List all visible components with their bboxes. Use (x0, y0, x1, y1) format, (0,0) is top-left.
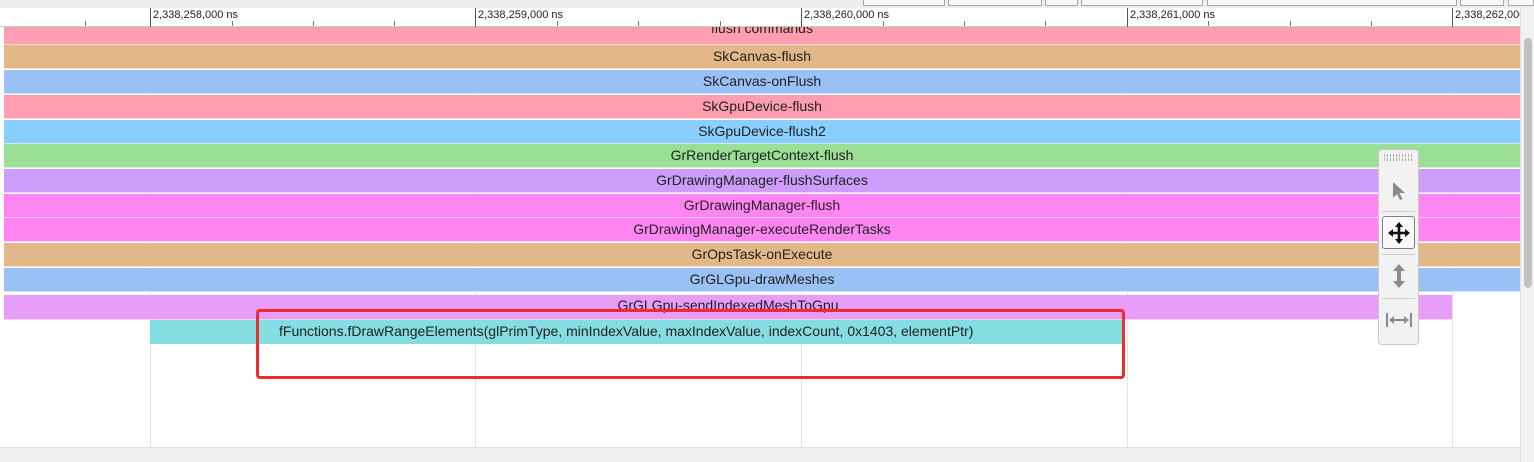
tool-separator (1382, 254, 1415, 255)
toolbar-control[interactable] (863, 0, 945, 6)
trace-slice[interactable]: SkGpuDevice-flush (4, 95, 1520, 119)
ruler-major-tick (801, 8, 802, 27)
trace-slice[interactable]: GrDrawingManager-executeRenderTasks (4, 218, 1520, 242)
vertical-arrows-icon (1392, 263, 1405, 288)
ruler-label: 2,338,259,000 ns (478, 9, 564, 21)
trace-slice[interactable]: GrRenderTargetContext-flush (4, 144, 1520, 168)
arrow-pointer-icon (1392, 181, 1405, 200)
ruler-minor-tick (1371, 21, 1372, 26)
scrollbar-thumb[interactable] (1524, 38, 1532, 288)
vertical-scrollbar[interactable] (1520, 8, 1534, 462)
select-tool-button[interactable] (1382, 174, 1415, 207)
ruler-minor-tick (964, 21, 965, 26)
ruler-minor-tick (313, 21, 314, 26)
trace-slice[interactable]: GrDrawingManager-flushSurfaces (4, 169, 1520, 193)
ruler-major-tick (150, 8, 151, 27)
ruler-major-tick (475, 8, 476, 27)
ruler-major-tick (1452, 8, 1453, 27)
ruler-minor-tick (1290, 21, 1291, 26)
pan-tool-button[interactable] (1382, 216, 1415, 249)
ruler-minor-tick (557, 21, 558, 26)
trace-slice[interactable]: SkCanvas-flush (4, 45, 1520, 69)
flame-chart[interactable]: flush commands SkCanvas-flush SkCanvas-o… (0, 27, 1520, 447)
ruler-label: 2,338,258,000 ns (153, 9, 239, 21)
ruler-minor-tick (232, 21, 233, 26)
ruler-minor-tick (1208, 21, 1209, 26)
ruler-major-tick (1127, 8, 1128, 27)
trace-slice[interactable]: GrDrawingManager-flush (4, 194, 1520, 218)
ruler-minor-tick (1045, 21, 1046, 26)
horizontal-measure-icon (1385, 312, 1412, 327)
ruler-label: 2,338,260,000 ns (804, 9, 890, 21)
tool-separator (1382, 298, 1415, 299)
toolbar-control[interactable] (1508, 0, 1534, 6)
time-ruler[interactable]: 2,338,258,000 ns 2,338,259,000 ns 2,338,… (0, 8, 1534, 27)
toolbar-control[interactable] (1460, 0, 1504, 6)
horizontal-scrollbar[interactable] (0, 447, 1520, 462)
toolbar-control[interactable] (1081, 0, 1203, 6)
ruler-minor-tick (883, 21, 884, 26)
toolbar-control[interactable] (1207, 0, 1457, 6)
drag-handle-icon[interactable] (1384, 154, 1413, 161)
trace-slice[interactable]: flush commands (4, 27, 1520, 45)
toolbar-control[interactable] (1045, 0, 1078, 6)
ruler-minor-tick (394, 21, 395, 26)
zoom-tool-button[interactable] (1382, 259, 1415, 292)
trace-slice[interactable]: GrOpsTask-onExecute (4, 243, 1520, 267)
tool-separator (1382, 211, 1415, 212)
ruler-minor-tick (720, 21, 721, 26)
move-arrows-icon (1387, 221, 1410, 244)
top-toolbar-strip (0, 0, 1534, 8)
timing-tool-button[interactable] (1382, 303, 1415, 336)
toolbar-control[interactable] (948, 0, 1042, 6)
trace-slice[interactable]: SkGpuDevice-flush2 (4, 120, 1520, 144)
trace-slice[interactable]: GrGLGpu-drawMeshes (4, 268, 1520, 292)
red-highlight-box (256, 309, 1125, 379)
tool-palette (1378, 149, 1419, 345)
ruler-label: 2,338,261,000 ns (1130, 9, 1216, 21)
ruler-minor-tick (85, 21, 86, 26)
ruler-minor-tick (638, 21, 639, 26)
trace-slice[interactable]: SkCanvas-onFlush (4, 70, 1520, 94)
